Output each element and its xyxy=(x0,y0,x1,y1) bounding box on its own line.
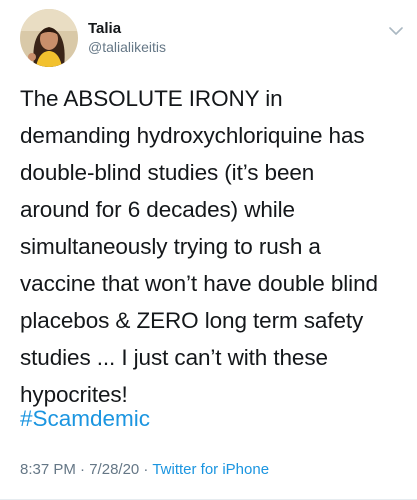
meta-separator: · xyxy=(139,461,153,478)
profile-photo-icon xyxy=(20,9,78,67)
display-name[interactable]: Talia xyxy=(88,19,166,38)
tweet-time[interactable]: 8:37 PM xyxy=(20,461,76,478)
author-names: Talia @talialikeitis xyxy=(88,19,166,57)
tweet-text: The ABSOLUTE IRONY in demanding hydroxyc… xyxy=(20,86,378,407)
chevron-down-icon[interactable] xyxy=(385,20,407,42)
hashtag-link[interactable]: #Scamdemic xyxy=(20,400,150,437)
source-label[interactable]: Twitter for iPhone xyxy=(152,461,269,478)
user-handle[interactable]: @talialikeitis xyxy=(88,38,166,57)
tweet-card: Talia @talialikeitis The ABSOLUTE IRONY … xyxy=(0,0,417,500)
avatar[interactable] xyxy=(20,9,78,67)
tweet-date[interactable]: 7/28/20 xyxy=(89,461,139,478)
tweet-metadata: 8:37 PM · 7/28/20 · Twitter for iPhone xyxy=(20,460,269,480)
tweet-header: Talia @talialikeitis xyxy=(20,8,166,68)
meta-separator: · xyxy=(75,461,90,478)
